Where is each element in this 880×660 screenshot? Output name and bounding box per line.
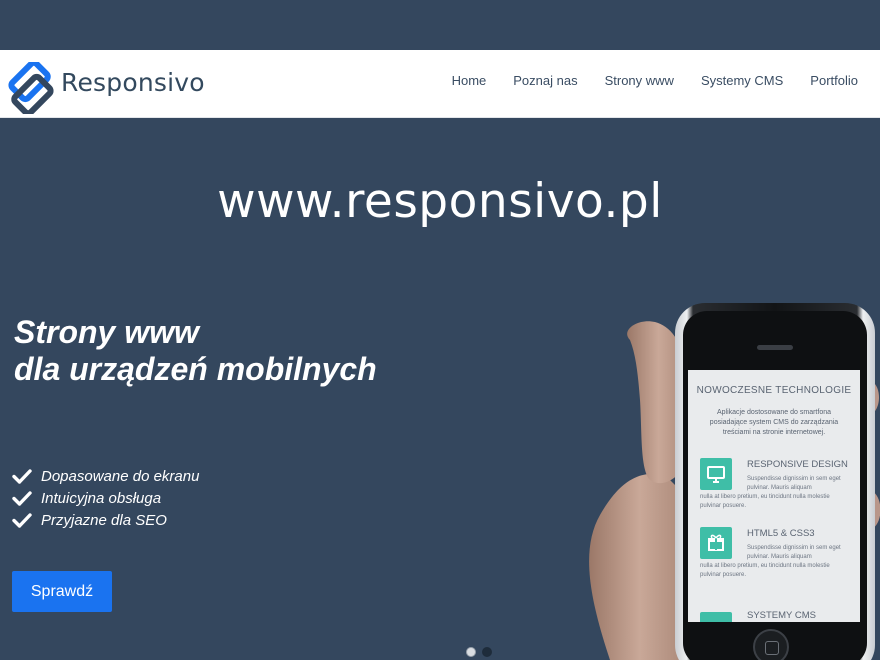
screen-item-title: HTML5 & CSS3 bbox=[747, 528, 815, 539]
nav-item-home[interactable]: Home bbox=[452, 73, 487, 88]
phone-home-button bbox=[753, 629, 789, 660]
hero-url-heading: www.responsivo.pl bbox=[217, 174, 663, 229]
carousel-dot-1[interactable] bbox=[466, 647, 476, 657]
brand-name: Responsivo bbox=[61, 68, 205, 97]
nav-item-systemy-cms[interactable]: Systemy CMS bbox=[701, 73, 783, 88]
feature-label: Intuicyjna obsługa bbox=[41, 489, 162, 507]
phone-screen: NOWOCZESNE TECHNOLOGIE Aplikacje dostoso… bbox=[688, 370, 860, 622]
screen-title: NOWOCZESNE TECHNOLOGIE bbox=[696, 385, 852, 396]
screen-item-title: SYSTEMY CMS bbox=[747, 610, 816, 621]
screen-item-text: Suspendisse dignissim in sem eget pulvin… bbox=[747, 545, 841, 560]
sprawdz-button[interactable]: Sprawdź bbox=[12, 571, 112, 612]
hero-headline: Strony www dla urządzeń mobilnych bbox=[14, 314, 377, 388]
check-icon bbox=[12, 469, 32, 484]
feature-item: Przyjazne dla SEO bbox=[12, 509, 199, 531]
feature-item: Intuicyjna obsługa bbox=[12, 487, 199, 509]
screen-item-text: Suspendisse dignissim in sem eget pulvin… bbox=[747, 476, 841, 491]
check-icon bbox=[12, 513, 32, 528]
hero-headline-line1: Strony www bbox=[14, 314, 199, 350]
top-band bbox=[0, 0, 880, 50]
phone-speaker bbox=[757, 345, 793, 350]
navbar: Responsivo Home Poznaj nas Strony www Sy… bbox=[0, 50, 880, 118]
screen-item-text: nulla at libero pretium, eu tincidunt nu… bbox=[700, 494, 830, 509]
carousel-indicators bbox=[466, 647, 492, 657]
feature-label: Przyjazne dla SEO bbox=[41, 511, 167, 529]
screen-item-title: RESPONSIVE DESIGN bbox=[747, 459, 848, 470]
feature-label: Dopasowane do ekranu bbox=[41, 467, 200, 485]
responsivo-logo-icon bbox=[8, 62, 54, 114]
screen-item-text: nulla at libero pretium, eu tincidunt nu… bbox=[700, 563, 830, 578]
carousel-dot-2[interactable] bbox=[482, 647, 492, 657]
hero-headline-line2: dla urządzeń mobilnych bbox=[14, 351, 377, 387]
gift-icon bbox=[700, 527, 732, 559]
main-nav: Home Poznaj nas Strony www Systemy CMS P… bbox=[425, 73, 858, 88]
nav-item-portfolio[interactable]: Portfolio bbox=[810, 73, 858, 88]
feature-item: Dopasowane do ekranu bbox=[12, 465, 199, 487]
check-icon bbox=[12, 491, 32, 506]
monitor-icon bbox=[700, 458, 732, 490]
phone-in-hand-image: NOWOCZESNE TECHNOLOGIE Aplikacje dostoso… bbox=[570, 300, 880, 660]
nav-item-strony-www[interactable]: Strony www bbox=[605, 73, 674, 88]
screen-description: Aplikacje dostosowane do smartfona posia… bbox=[709, 409, 839, 436]
nav-item-poznaj-nas[interactable]: Poznaj nas bbox=[513, 73, 577, 88]
cms-icon bbox=[700, 612, 732, 622]
feature-list: Dopasowane do ekranu Intuicyjna obsługa … bbox=[12, 465, 199, 531]
